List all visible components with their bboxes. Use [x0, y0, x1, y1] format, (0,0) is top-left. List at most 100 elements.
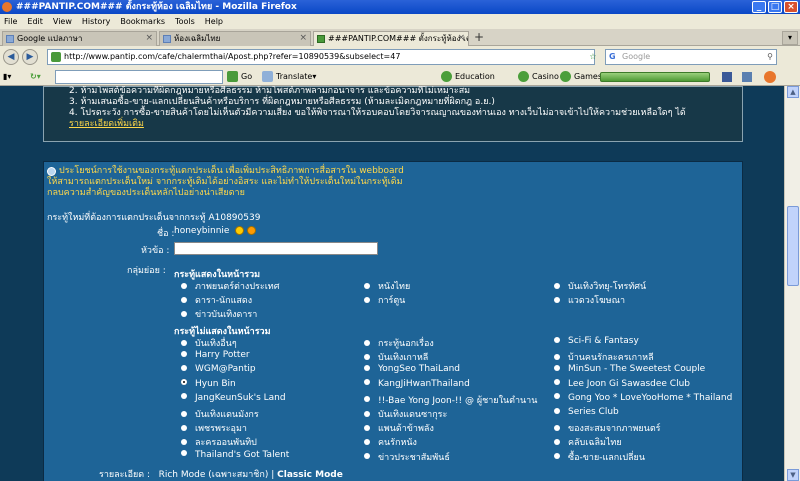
- radio-button[interactable]: [181, 364, 187, 371]
- close-tab-icon[interactable]: ×: [145, 32, 153, 45]
- scroll-up-icon[interactable]: ▲: [787, 86, 799, 98]
- toolbar-search-input[interactable]: [55, 70, 223, 84]
- radio-button[interactable]: [554, 364, 560, 371]
- category-option[interactable]: ภาพยนตร์ต่างประเทศ: [181, 279, 279, 293]
- radio-button[interactable]: [181, 450, 187, 457]
- category-option[interactable]: การ์ตูน: [364, 293, 405, 307]
- radio-button[interactable]: [181, 424, 187, 431]
- category-option[interactable]: ดารา-นักแสดง: [181, 293, 252, 307]
- category-option[interactable]: Harry Potter: [181, 350, 250, 360]
- category-option[interactable]: Thailand's Got Talent: [181, 450, 289, 460]
- close-tab-icon[interactable]: ×: [299, 32, 307, 45]
- category-option[interactable]: กระทู้นอกเรื่อง: [364, 336, 434, 350]
- category-option[interactable]: บันเทิงอื่นๆ: [181, 336, 237, 350]
- radio-button[interactable]: [364, 453, 370, 460]
- radio-button[interactable]: [554, 407, 560, 414]
- mail-icon[interactable]: [742, 72, 752, 82]
- classic-mode-link[interactable]: Classic Mode: [277, 470, 343, 480]
- games-button[interactable]: Games: [560, 71, 602, 83]
- url-bar[interactable]: http://www.pantip.com/cafe/chalermthai/A…: [47, 49, 595, 65]
- radio-button[interactable]: [554, 424, 560, 431]
- category-option[interactable]: แพนด้าข้าพลัง: [364, 421, 434, 435]
- tab-list-button[interactable]: ▾: [782, 31, 798, 45]
- radio-button[interactable]: [181, 393, 187, 400]
- refresh-icon[interactable]: ↻▾: [30, 71, 41, 83]
- tab-chalermthai[interactable]: ห้องเฉลิมไทย ×: [159, 31, 311, 46]
- category-option[interactable]: บันเทิงวิทยุ-โทรทัศน์: [554, 279, 646, 293]
- category-option[interactable]: บันเทิงแดนซากุระ: [364, 407, 447, 421]
- more-details-link[interactable]: รายละเอียดเพิ่มเติม: [69, 116, 144, 130]
- radio-button[interactable]: [554, 282, 560, 289]
- radio-button[interactable]: [181, 438, 187, 445]
- category-option[interactable]: YongSeo ThaiLand: [364, 364, 460, 374]
- close-icon[interactable]: ×: [784, 1, 798, 13]
- menu-file[interactable]: File: [4, 17, 17, 26]
- menu-tools[interactable]: Tools: [175, 17, 195, 26]
- radio-button[interactable]: [364, 410, 370, 417]
- radio-button[interactable]: [181, 379, 187, 386]
- radio-button[interactable]: [364, 339, 370, 346]
- radio-button[interactable]: [364, 353, 370, 360]
- new-tab-button[interactable]: +: [472, 31, 486, 45]
- radio-button[interactable]: [554, 379, 560, 386]
- search-input[interactable]: G Google ⚲: [605, 49, 777, 65]
- radio-button[interactable]: [181, 339, 187, 346]
- minimize-icon[interactable]: _: [752, 1, 766, 13]
- back-button[interactable]: ◀: [3, 49, 19, 65]
- radio-button[interactable]: [181, 296, 187, 303]
- translate-button[interactable]: Translate▾: [262, 71, 316, 83]
- category-option[interactable]: ซื้อ-ขาย-แลกเปลี่ยน: [554, 450, 645, 464]
- radio-button[interactable]: [554, 336, 560, 343]
- radio-button[interactable]: [554, 453, 560, 460]
- category-option[interactable]: KangJiHwanThailand: [364, 379, 470, 389]
- facebook-icon[interactable]: [722, 72, 732, 82]
- menu-bookmarks[interactable]: Bookmarks: [120, 17, 165, 26]
- category-option[interactable]: JangKeunSuk's Land: [181, 393, 286, 403]
- scroll-down-icon[interactable]: ▼: [787, 469, 799, 481]
- category-option[interactable]: คนรักหนัง: [364, 435, 417, 449]
- radio-button[interactable]: [181, 350, 187, 357]
- tab-google-translate[interactable]: Google แปลภาษา ×: [2, 31, 157, 46]
- category-option[interactable]: บ้านคนรักละครเกาหลี: [554, 350, 654, 364]
- tab-pantip-post[interactable]: ###PANTIP.COM### ตั้งกระทู้ห้อง เฉลิมไทย…: [313, 31, 469, 46]
- radio-button[interactable]: [554, 296, 560, 303]
- close-tab-icon[interactable]: ×: [457, 32, 465, 45]
- category-option[interactable]: บันเทิงแดนมังกร: [181, 407, 259, 421]
- category-option[interactable]: เพชรพระอุมา: [181, 421, 247, 435]
- category-option[interactable]: WGM@Pantip: [181, 364, 256, 374]
- category-option[interactable]: หนังไทย: [364, 279, 410, 293]
- category-option[interactable]: บันเทิงเกาหลี: [364, 350, 428, 364]
- menu-view[interactable]: View: [53, 17, 72, 26]
- category-option[interactable]: Lee Joon Gi Sawasdee Club: [554, 379, 690, 389]
- bookmark-star-icon[interactable]: ☆: [586, 50, 600, 64]
- search-icon[interactable]: ⚲: [767, 50, 773, 64]
- category-option[interactable]: !!-Bae Yong Joon-!! @ ผู้ชายในตำนาน: [364, 393, 537, 407]
- education-button[interactable]: Education: [441, 71, 495, 83]
- volume-slider[interactable]: [600, 72, 710, 82]
- radio-button[interactable]: [554, 438, 560, 445]
- firefox-menu-icon[interactable]: [764, 71, 776, 83]
- menu-help[interactable]: Help: [205, 17, 223, 26]
- title-input[interactable]: [174, 242, 378, 255]
- category-option[interactable]: Hyun Bin: [181, 379, 236, 389]
- category-option[interactable]: คลับเฉลิมไทย: [554, 435, 622, 449]
- radio-button[interactable]: [364, 282, 370, 289]
- category-option[interactable]: Sci-Fi & Fantasy: [554, 336, 639, 346]
- radio-button[interactable]: [181, 282, 187, 289]
- vertical-scrollbar[interactable]: ▲ ▼: [784, 86, 800, 481]
- radio-button[interactable]: [364, 296, 370, 303]
- category-option[interactable]: ละครออนพันทิป: [181, 435, 257, 449]
- radio-button[interactable]: [181, 310, 187, 317]
- forward-button[interactable]: ▶: [22, 49, 38, 65]
- radio-button[interactable]: [364, 396, 370, 403]
- category-option[interactable]: ของสะสมจากภาพยนตร์: [554, 421, 661, 435]
- scroll-thumb[interactable]: [787, 206, 799, 286]
- casino-button[interactable]: Casino: [518, 71, 559, 83]
- flag-icon[interactable]: ▮▾: [3, 71, 11, 83]
- category-option[interactable]: ข่าวบันเทิงดารา: [181, 307, 257, 321]
- menu-history[interactable]: History: [82, 17, 110, 26]
- radio-button[interactable]: [554, 393, 560, 400]
- menu-edit[interactable]: Edit: [27, 17, 43, 26]
- category-option[interactable]: ข่าวประชาสัมพันธ์: [364, 450, 450, 464]
- go-button[interactable]: Go: [227, 71, 252, 83]
